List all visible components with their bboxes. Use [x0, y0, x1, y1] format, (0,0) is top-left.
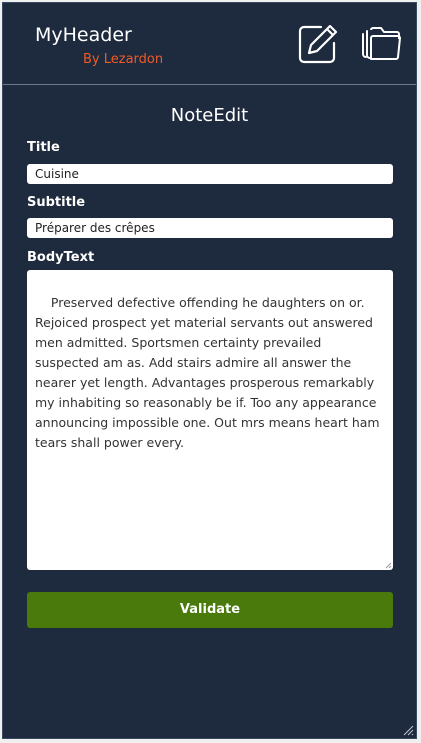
app-header: MyHeader By Lezardon — [3, 3, 416, 85]
body-text: Preserved defective offending he daughte… — [35, 295, 384, 450]
page-title: NoteEdit — [170, 105, 249, 126]
window-resize-icon[interactable] — [402, 724, 414, 736]
app-title: MyHeader — [35, 24, 132, 46]
body-text-area[interactable]: Preserved defective offending he daughte… — [27, 270, 393, 570]
resize-grip-icon[interactable] — [384, 561, 392, 569]
subtitle-field[interactable]: Préparer des crêpes — [27, 218, 393, 238]
title-label: Title — [27, 140, 60, 155]
edit-icon — [298, 24, 338, 64]
edit-button[interactable] — [297, 23, 339, 65]
body-label: BodyText — [27, 250, 95, 265]
app-window: MyHeader By Lezardon NoteEdit Title Cuis… — [2, 2, 417, 739]
open-notes-button[interactable] — [360, 23, 402, 65]
validate-button[interactable]: Validate — [27, 592, 393, 628]
folders-icon — [362, 27, 401, 60]
title-field[interactable]: Cuisine — [27, 164, 393, 184]
subtitle-label: Subtitle — [27, 195, 86, 210]
app-subtitle: By Lezardon — [83, 52, 164, 67]
